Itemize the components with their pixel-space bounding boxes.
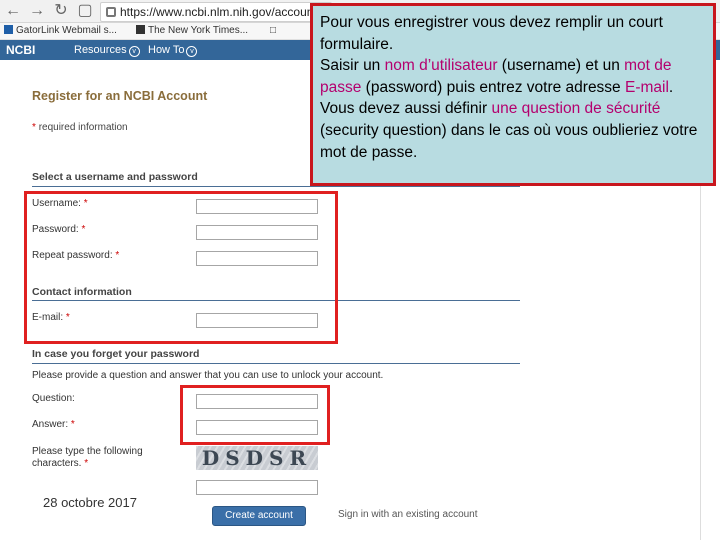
favicon-icon <box>4 25 13 34</box>
create-account-button[interactable]: Create account <box>212 506 306 526</box>
reload-icon[interactable]: ↻ <box>52 2 70 20</box>
section-divider <box>32 186 520 187</box>
footer-date: 28 octobre 2017 <box>43 495 137 510</box>
ncbi-logo[interactable]: NCBI <box>6 43 35 57</box>
menu-how-to[interactable]: How To v <box>148 44 198 57</box>
bookmark-label: GatorLink Webmail s... <box>16 25 117 36</box>
required-star: * <box>70 419 75 430</box>
answer-label: Answer: * <box>32 419 75 430</box>
bookmark-gatorlink[interactable]: GatorLink Webmail s... <box>4 24 117 38</box>
callout-text: (security question) dans le cas où vous … <box>320 121 698 161</box>
captcha-label-line1: Please type the following <box>32 446 143 457</box>
required-star: * <box>84 458 89 469</box>
captcha-label-line2: characters. <box>32 458 82 469</box>
signin-link[interactable]: Sign in with an existing account <box>338 509 478 520</box>
captcha-input[interactable] <box>196 480 318 495</box>
address-bar[interactable]: https://www.ncbi.nlm.nih.gov/accoun <box>100 2 332 22</box>
menu-label: Resources <box>74 44 127 56</box>
forward-arrow-icon[interactable]: → <box>28 2 46 20</box>
back-arrow-icon[interactable]: ← <box>4 2 22 20</box>
page-icon: ▢ <box>77 2 93 19</box>
callout-text: (username) et un <box>497 57 625 75</box>
callout-emphasis-email: E-mail <box>625 78 669 96</box>
page-icon[interactable]: □ <box>270 24 276 38</box>
captcha-image: DSDSR <box>196 446 318 470</box>
url-text: https://www.ncbi.nlm.nih.gov/accoun <box>120 5 314 19</box>
chevron-down-icon: v <box>186 46 198 57</box>
favicon-icon <box>136 25 145 34</box>
section-credentials: Select a username and password <box>32 171 198 183</box>
callout-text: Saisir un <box>320 57 385 75</box>
chevron-down-icon: v <box>128 46 140 57</box>
security-help-text: Please provide a question and answer tha… <box>32 370 384 381</box>
lock-icon <box>106 7 116 17</box>
required-note-text: required information <box>38 122 128 133</box>
callout-text: . <box>668 78 674 96</box>
page-title: Register for an NCBI Account <box>32 89 208 103</box>
bookmark-label: The New York Times... <box>148 25 249 36</box>
menu-label: How To <box>148 44 185 56</box>
section-divider <box>32 363 520 364</box>
callout-line-1: Pour vous enregistrer vous devez remplir… <box>320 14 663 53</box>
callout-emphasis-username: nom d’utilisateur <box>384 57 498 75</box>
required-star: * <box>32 122 36 133</box>
captcha-label: Please type the following characters. * <box>32 446 143 470</box>
callout-text: (password) puis entrez votre adresse <box>361 78 625 96</box>
bookmark-nytimes[interactable]: The New York Times... <box>136 24 248 38</box>
page-edge-divider <box>700 186 701 540</box>
callout-text: Vous devez aussi définir <box>320 100 492 118</box>
callout-emphasis-security-question: une question de sécurité <box>491 100 661 118</box>
required-note: * required information <box>32 122 128 133</box>
answer-label-text: Answer: <box>32 419 69 430</box>
section-security: In case you forget your password <box>32 348 200 360</box>
highlight-box-security <box>180 385 330 445</box>
menu-resources[interactable]: Resources v <box>74 44 140 57</box>
highlight-box-credentials <box>24 191 338 344</box>
instruction-callout: Pour vous enregistrer vous devez remplir… <box>310 3 716 186</box>
question-label: Question: <box>32 393 75 404</box>
